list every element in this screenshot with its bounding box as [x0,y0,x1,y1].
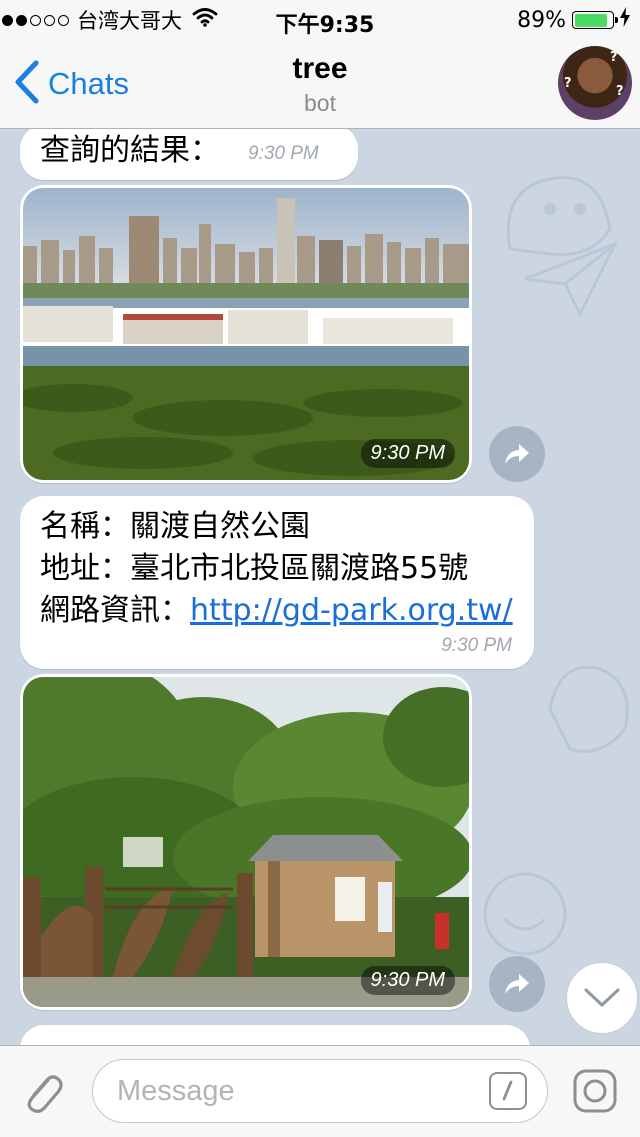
battery-level [574,13,608,27]
paper-plane-doodle-icon [524,241,619,318]
message-body: 名稱：關渡自然公園 地址：臺北市北投區關渡路55號 網路資訊：http://gd… [40,506,513,632]
chevron-down-icon [584,988,620,1007]
photo-message[interactable]: 9:30 PM [20,185,472,483]
photo-city-skyline[interactable]: 9:30 PM [23,188,469,480]
attach-icon[interactable] [18,1068,66,1120]
park-entrance-photo-image [23,677,469,1007]
battery-icon [572,11,618,29]
navigation-bar: Chats tree bot ? ? ? [0,40,640,129]
chat-title[interactable]: tree [0,52,640,86]
scroll-to-bottom-button[interactable] [566,962,638,1034]
charging-icon [620,7,630,33]
photo-park-entrance[interactable]: 9:30 PM [23,677,469,1007]
message-text: 地址：臺北市北投區關渡路55號 [40,551,469,586]
message-text: 名稱：關渡自然公園 [40,509,310,544]
chat-subtitle: bot [304,90,336,116]
message-bubble[interactable] [20,1025,530,1045]
decoration: ? [610,50,618,65]
message-placeholder: Message [117,1075,235,1107]
photo-time: 9:30 PM [360,439,455,468]
photo-time: 9:30 PM [360,966,455,995]
status-right: 89% [517,7,630,33]
chat-area[interactable]: 查詢的結果： 9:30 PM 9:30 PM 名稱：關渡自然公園 地址：臺北市北… [0,129,640,1045]
share-arrow-icon [505,974,529,994]
command-icon[interactable] [489,1072,527,1110]
avatar[interactable]: ? ? ? [558,46,632,120]
message-bubble[interactable]: 查詢的結果： 9:30 PM [20,129,358,180]
photo-message[interactable]: 9:30 PM [20,674,472,1010]
status-bar: 台湾大哥大 下午9:35 89% [0,0,640,40]
message-text: 查詢的結果： [40,133,220,168]
share-button[interactable] [489,956,545,1012]
website-link[interactable]: http://gd-park.org.tw/ [190,593,513,628]
background-doodle-icon [548,665,629,753]
share-arrow-icon [505,444,529,464]
battery-tip [615,17,618,23]
message-bubble[interactable]: 名稱：關渡自然公園 地址：臺北市北投區關渡路55號 網路資訊：http://gd… [20,496,534,669]
link-prefix: 網路資訊： [40,593,190,628]
battery-percent: 89% [517,7,566,33]
message-time: 9:30 PM [441,635,512,656]
message-input-bar: Message [0,1045,640,1137]
message-text-link-line: 網路資訊：http://gd-park.org.tw/ [40,590,513,632]
message-time: 9:30 PM [248,143,319,164]
decoration: ? [564,76,572,91]
background-doodle-icon [483,872,567,956]
share-button[interactable] [489,426,545,482]
skyline-photo-image [23,188,469,480]
decoration: ? [616,84,624,99]
camera-icon[interactable] [572,1068,618,1114]
message-input[interactable]: Message [92,1059,548,1123]
